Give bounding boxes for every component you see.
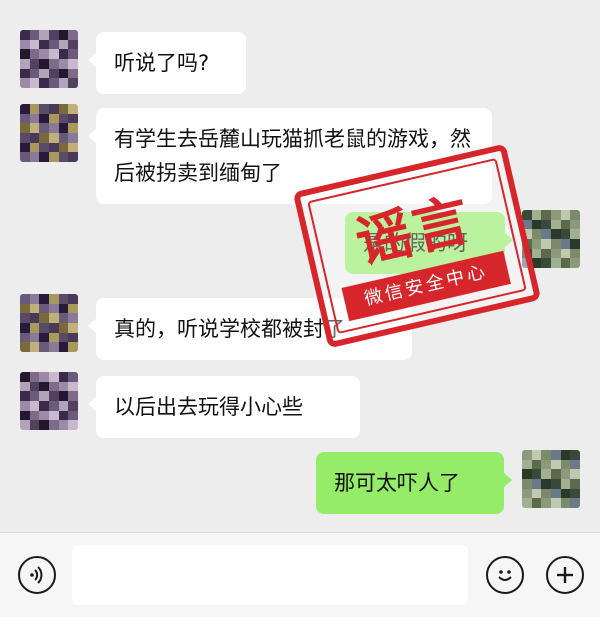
avatar[interactable] [522, 450, 580, 508]
emoji-icon[interactable] [486, 556, 524, 594]
avatar[interactable] [20, 372, 78, 430]
avatar[interactable] [20, 294, 78, 352]
message-text: 那可太吓人了 [334, 471, 460, 495]
message-text: 以后出去玩得小心些 [114, 395, 303, 419]
voice-icon[interactable] [18, 556, 56, 594]
message-text: 真的，听说学校都被封了 [114, 317, 345, 341]
avatar[interactable] [20, 30, 78, 88]
message-bubble[interactable]: 听说了吗? [88, 32, 246, 94]
message-text: 听说了吗? [114, 51, 210, 75]
input-bar [0, 532, 600, 617]
message-bubble[interactable]: 那可太吓人了 [316, 452, 512, 514]
message-bubble[interactable]: 以后出去玩得小心些 [88, 376, 360, 438]
avatar[interactable] [20, 104, 78, 162]
message-input[interactable] [72, 545, 468, 605]
chat-area: 听说了吗? 有学生去岳麓山玩猫抓老鼠的游戏，然后被拐卖到缅甸了 是的假的呀 真的… [0, 0, 600, 532]
plus-icon[interactable] [546, 556, 584, 594]
